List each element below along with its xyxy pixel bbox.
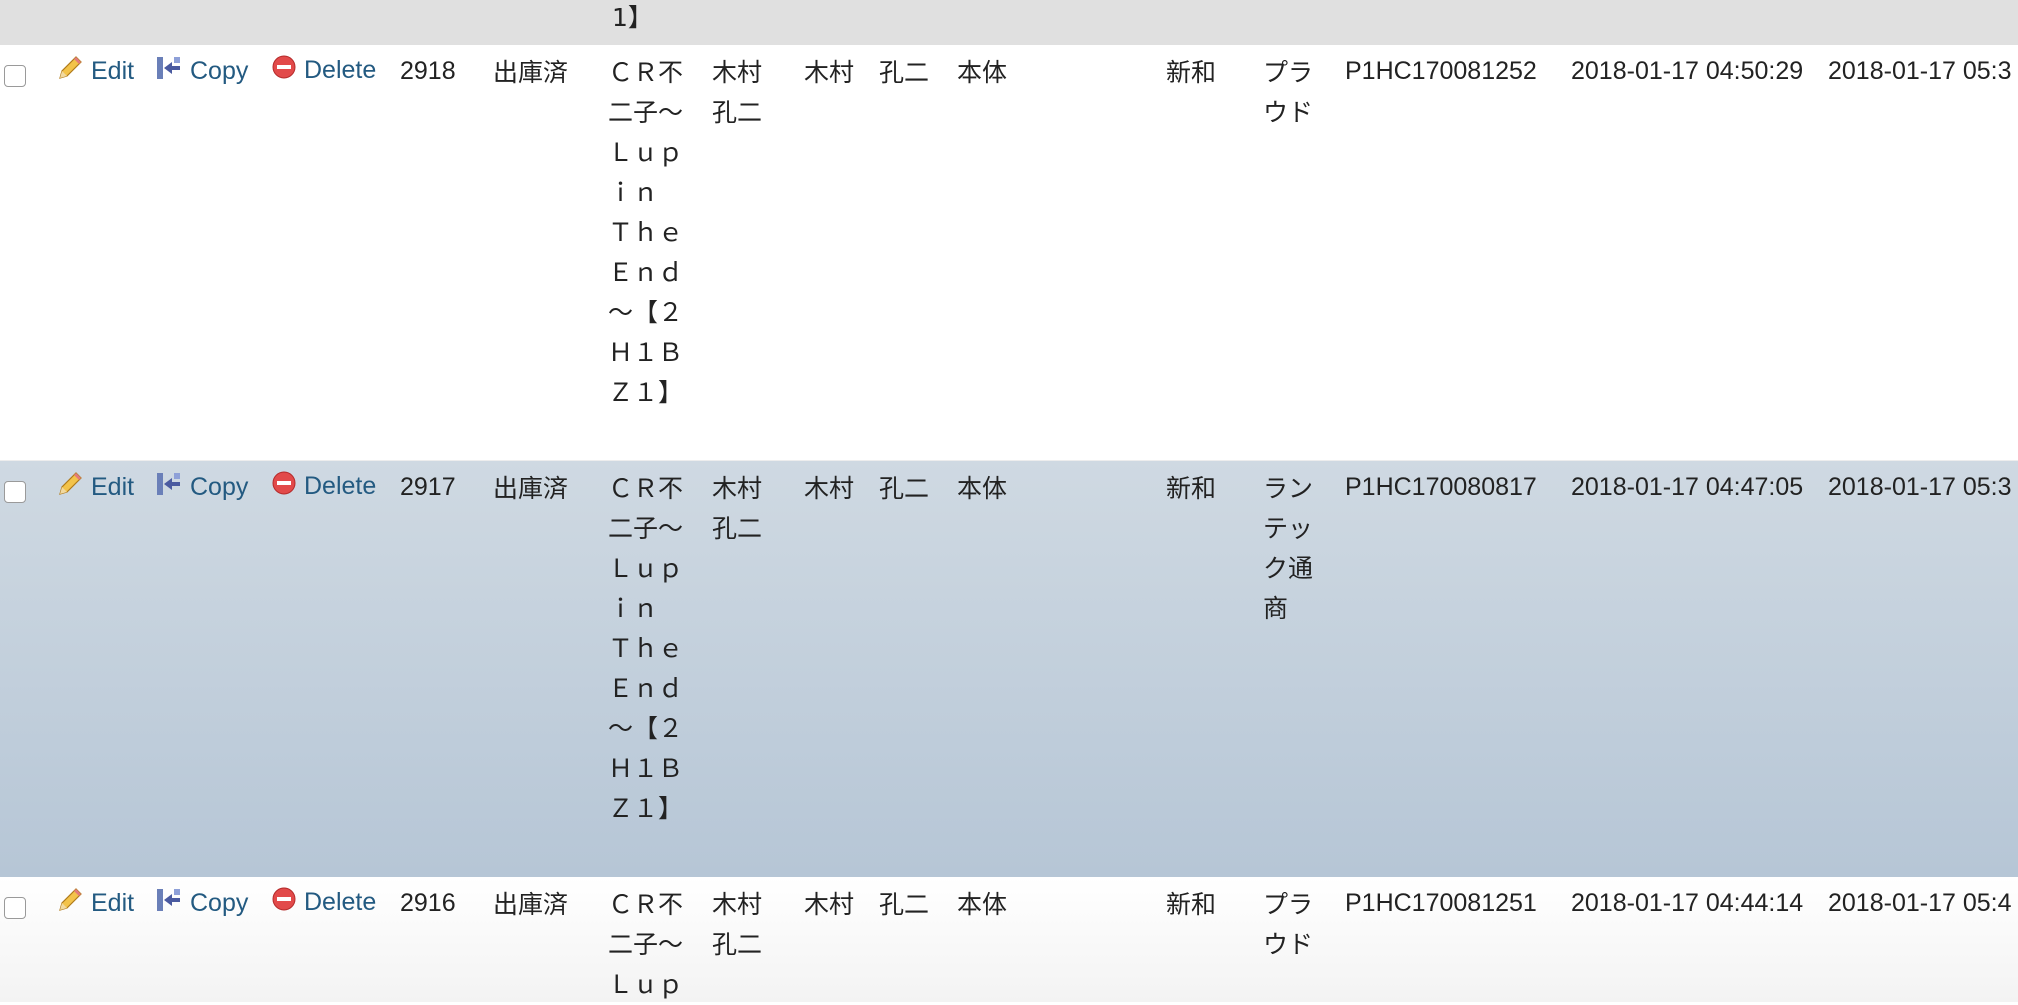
copy-icon — [154, 469, 190, 506]
person-name: 木村 孔二 — [712, 58, 788, 127]
edit-label: Edit — [91, 57, 135, 85]
maker: 新和 — [1166, 58, 1217, 87]
table-row[interactable]: Edit Copy Delete 2918 出庫済 ＣＲ不二子～Ｌｕｐｉｎ Ｔｈ… — [0, 45, 2018, 461]
delete-button[interactable]: Delete — [270, 53, 376, 88]
delete-label: Delete — [304, 888, 377, 916]
updated-at: 2018-01-17 05:3 — [1828, 473, 2012, 501]
edit-button[interactable]: Edit — [55, 469, 134, 506]
updated-at: 2018-01-17 05:3 — [1828, 57, 2012, 85]
delete-icon — [270, 53, 304, 88]
person-name: 木村 孔二 — [712, 890, 788, 959]
copy-label: Copy — [190, 57, 249, 85]
edit-label: Edit — [91, 473, 135, 501]
person-name: 木村 孔二 — [712, 474, 788, 543]
pencil-icon — [55, 53, 91, 90]
row-checkbox[interactable] — [4, 897, 26, 919]
product-name: ＣＲ不二子～Ｌｕｐ — [608, 890, 684, 999]
created-at: 2018-01-17 04:50:29 — [1571, 57, 1804, 85]
row-id: 2916 — [400, 889, 456, 917]
serial-number: P1HC170081251 — [1345, 889, 1537, 917]
dealer: ランテック通商 — [1263, 474, 1314, 623]
pencil-icon — [55, 885, 91, 922]
pencil-icon — [55, 469, 91, 506]
dealer: プラウド — [1263, 58, 1314, 127]
delete-button[interactable]: Delete — [270, 885, 376, 920]
delete-button[interactable]: Delete — [270, 469, 376, 504]
copy-button[interactable]: Copy — [154, 885, 248, 922]
edit-label: Edit — [91, 889, 135, 917]
part: 本体 — [957, 890, 1008, 919]
delete-icon — [270, 885, 304, 920]
row-checkbox[interactable] — [4, 65, 26, 87]
table-row[interactable]: Edit Copy Delete 2916 出庫済 ＣＲ不二子～Ｌｕｐ 木村 孔… — [0, 877, 2018, 1002]
table-row-partial: 1】 — [0, 0, 2018, 45]
updated-at: 2018-01-17 05:4 — [1828, 889, 2012, 917]
created-at: 2018-01-17 04:47:05 — [1571, 473, 1804, 501]
part: 本体 — [957, 58, 1008, 87]
assignee-name: 木村 孔二 — [804, 890, 930, 919]
product-name-tail: 1】 — [612, 3, 653, 32]
copy-label: Copy — [190, 473, 249, 501]
row-id: 2917 — [400, 473, 456, 501]
serial-number: P1HC170081252 — [1345, 57, 1537, 85]
delete-icon — [270, 469, 304, 504]
maker: 新和 — [1166, 890, 1217, 919]
maker: 新和 — [1166, 474, 1217, 503]
copy-button[interactable]: Copy — [154, 53, 248, 90]
status: 出庫済 — [493, 890, 569, 919]
assignee-name: 木村 孔二 — [804, 474, 930, 503]
copy-button[interactable]: Copy — [154, 469, 248, 506]
table-row[interactable]: Edit Copy Delete 2917 出庫済 ＣＲ不二子～Ｌｕｐｉｎ Ｔｈ… — [0, 461, 2018, 877]
product-name: ＣＲ不二子～Ｌｕｐｉｎ Ｔｈｅ Ｅｎｄ～【２Ｈ１ＢＺ１】 — [608, 474, 684, 823]
delete-label: Delete — [304, 472, 377, 500]
edit-button[interactable]: Edit — [55, 885, 134, 922]
copy-label: Copy — [190, 889, 249, 917]
created-at: 2018-01-17 04:44:14 — [1571, 889, 1804, 917]
status: 出庫済 — [493, 474, 569, 503]
copy-icon — [154, 885, 190, 922]
status: 出庫済 — [493, 58, 569, 87]
serial-number: P1HC170080817 — [1345, 473, 1537, 501]
row-id: 2918 — [400, 57, 456, 85]
assignee-name: 木村 孔二 — [804, 58, 930, 87]
row-checkbox[interactable] — [4, 481, 26, 503]
product-name: ＣＲ不二子～Ｌｕｐｉｎ Ｔｈｅ Ｅｎｄ～【２Ｈ１ＢＺ１】 — [608, 58, 684, 407]
dealer: プラウド — [1263, 890, 1314, 959]
edit-button[interactable]: Edit — [55, 53, 134, 90]
copy-icon — [154, 53, 190, 90]
delete-label: Delete — [304, 56, 377, 84]
part: 本体 — [957, 474, 1008, 503]
